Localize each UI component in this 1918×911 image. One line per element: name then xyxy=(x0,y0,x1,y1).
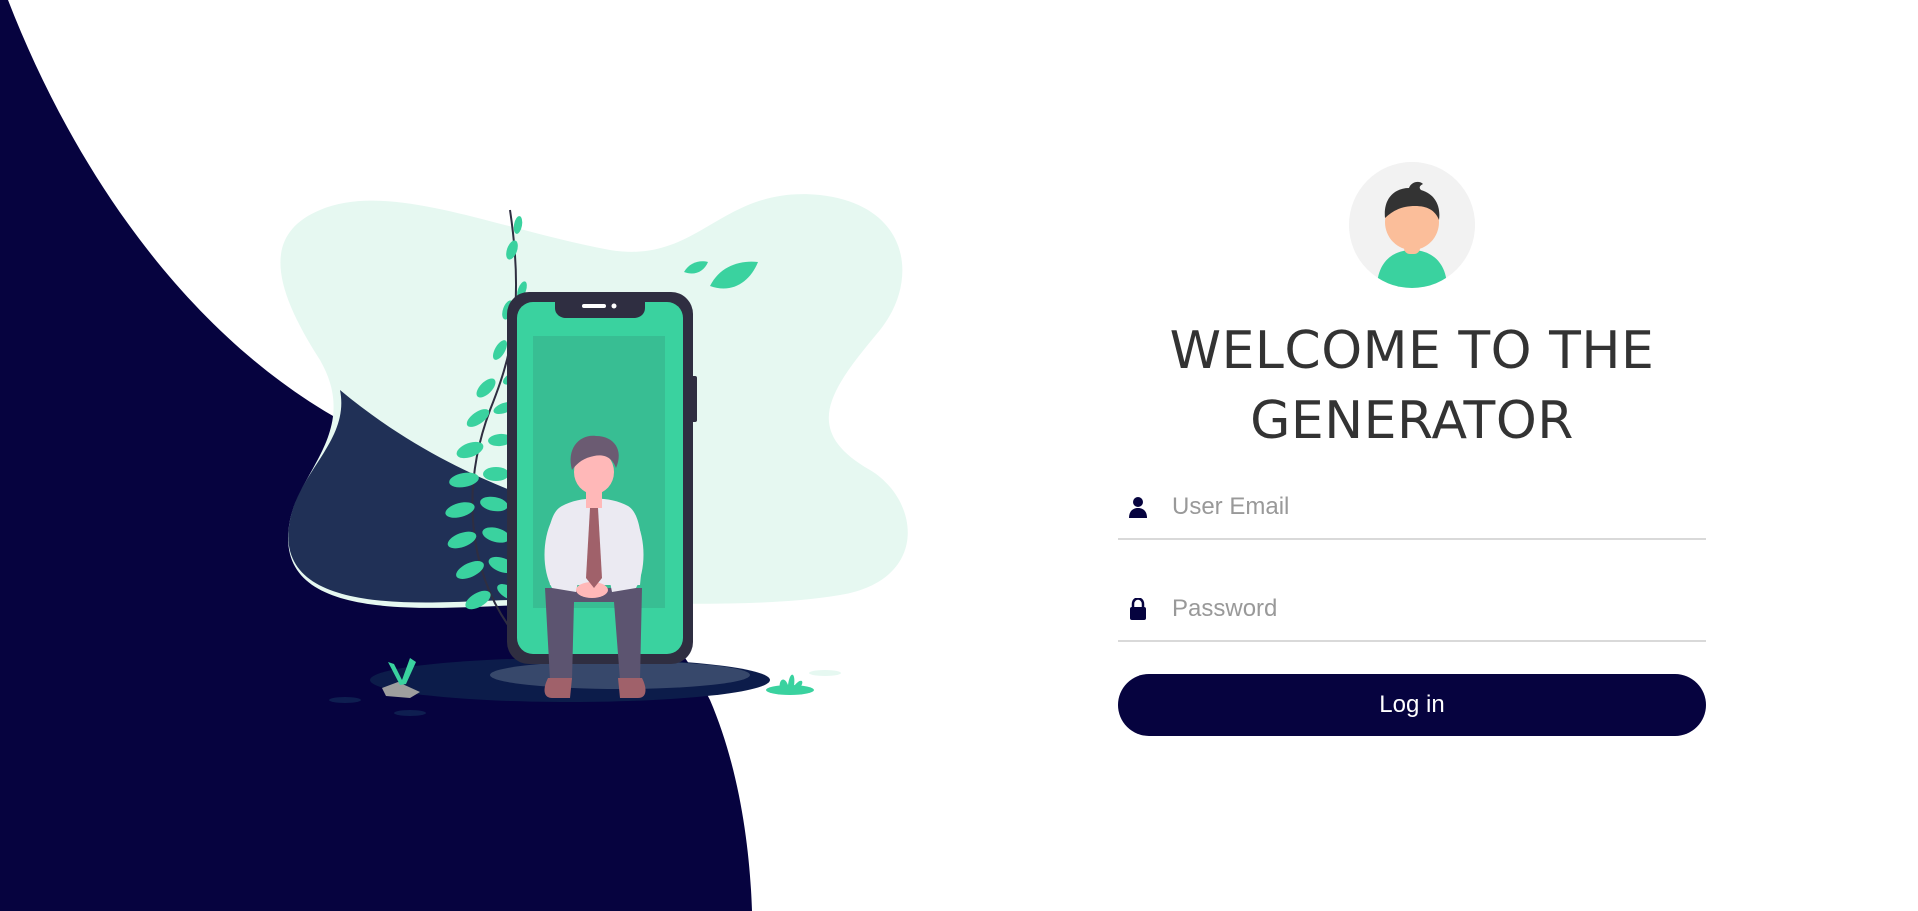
lock-icon xyxy=(1128,598,1148,620)
email-field[interactable] xyxy=(1118,476,1706,540)
email-input[interactable] xyxy=(1172,493,1672,521)
login-panel: WELCOME TO THE GENERATOR Log in xyxy=(1118,162,1706,736)
login-button[interactable]: Log in xyxy=(1118,674,1706,736)
hero-illustration xyxy=(280,194,908,716)
user-icon xyxy=(1128,496,1148,518)
password-input[interactable] xyxy=(1172,595,1672,623)
login-page: WELCOME TO THE GENERATOR Log in xyxy=(0,0,1918,911)
page-title: WELCOME TO THE GENERATOR xyxy=(1169,321,1655,451)
user-avatar xyxy=(1349,162,1475,288)
password-field[interactable] xyxy=(1118,578,1706,642)
